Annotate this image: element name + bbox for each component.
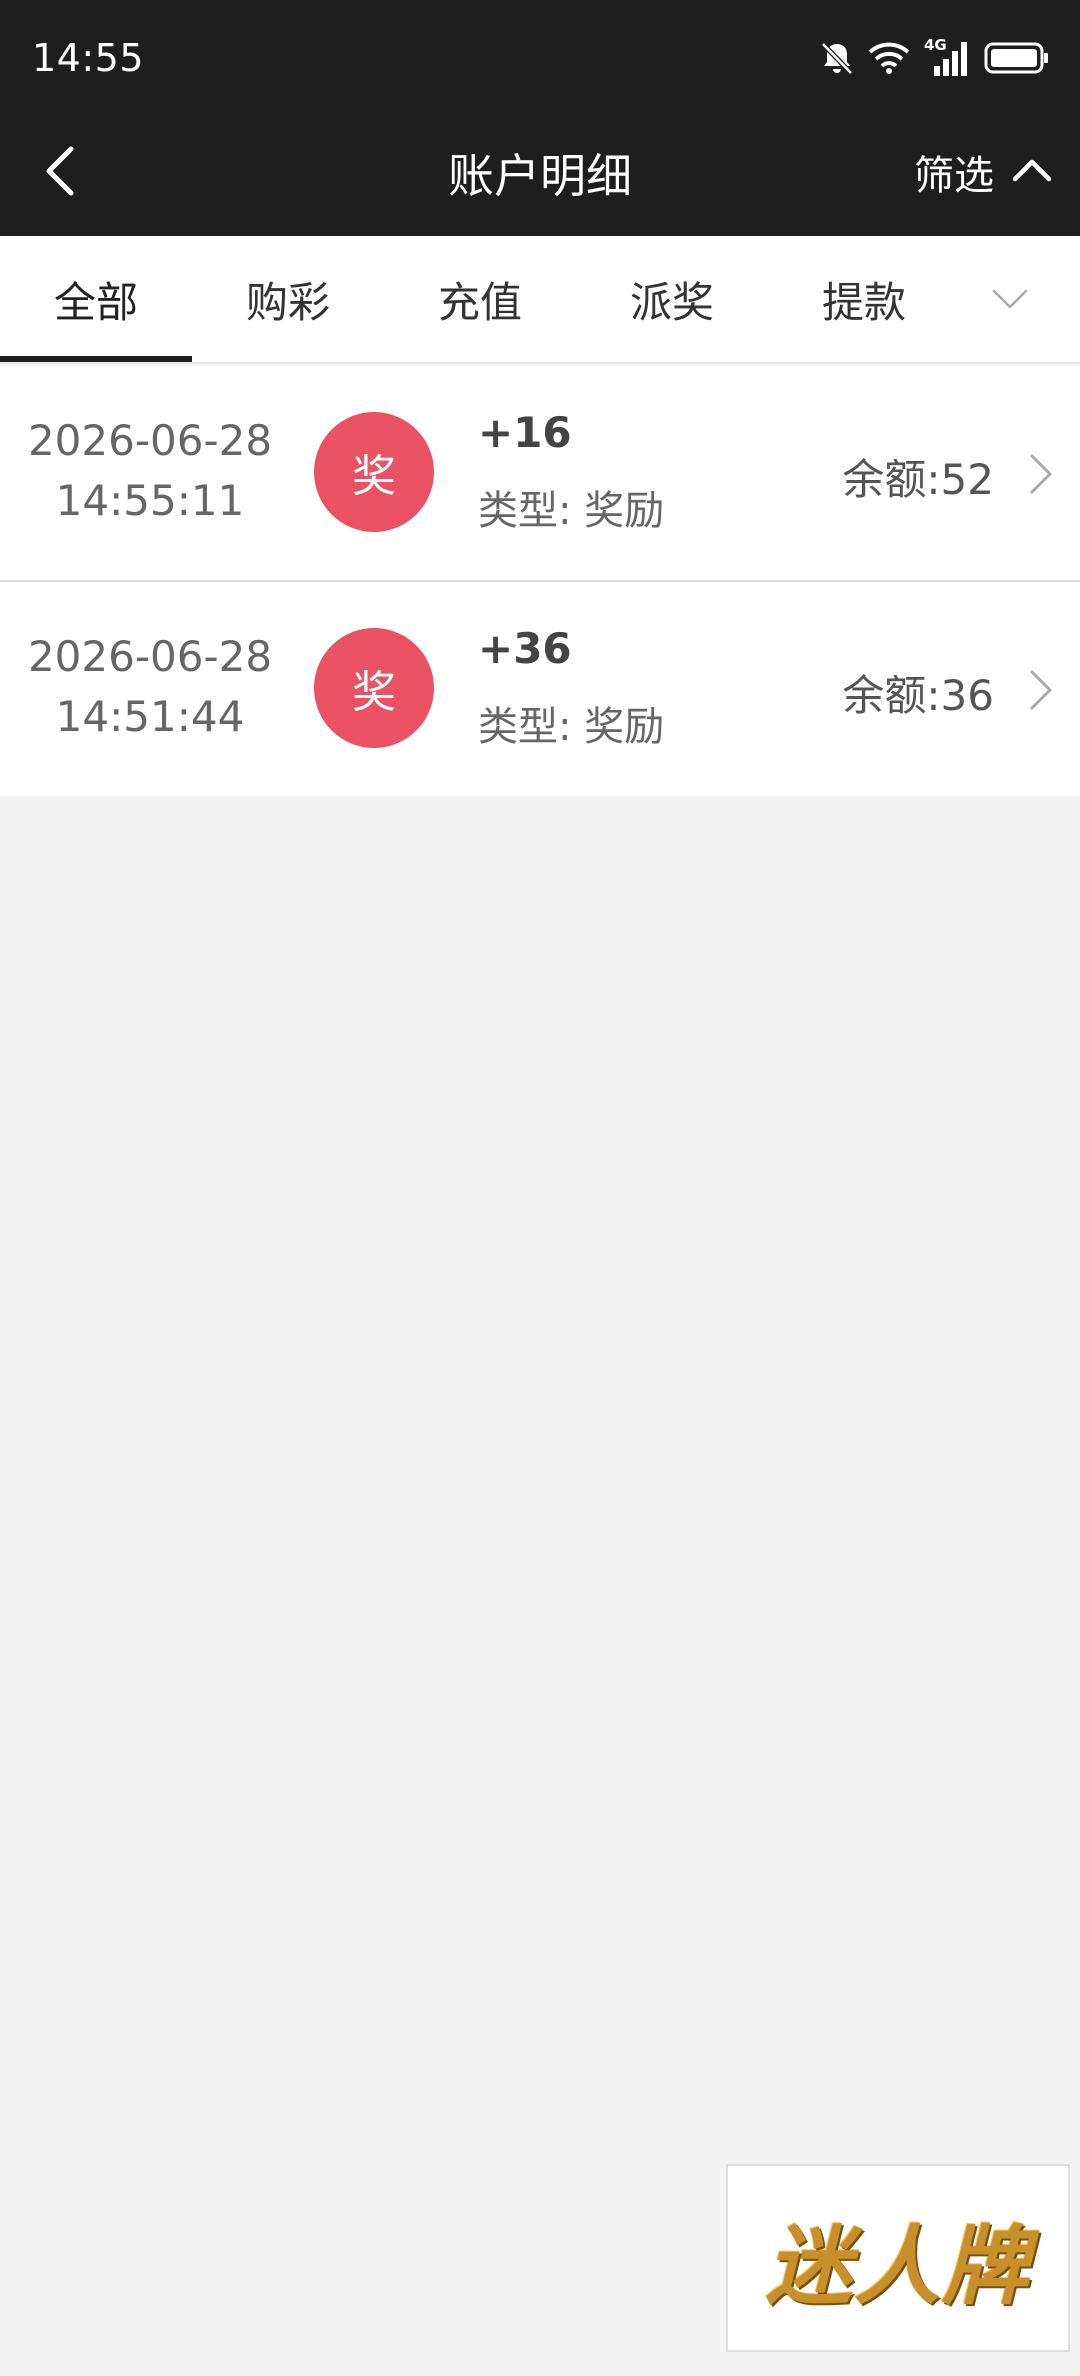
record-amount: +16: [478, 408, 572, 457]
status-time: 14:55: [32, 36, 145, 80]
tab-all[interactable]: 全部: [0, 236, 192, 362]
watermark-logo: 迷人牌: [726, 2164, 1070, 2352]
chevron-right-icon: [1030, 670, 1052, 710]
record-date: 2026-06-28: [27, 632, 273, 681]
filter-label: 筛选: [914, 153, 994, 199]
bell-muted-icon: [820, 40, 854, 76]
records-list: 2026-06-28 14:55:11 奖 +16 类型: 奖励 余额:52 2…: [0, 366, 1080, 796]
award-badge-icon: 奖: [314, 412, 434, 532]
top-bar: 14:55 4G 账户明细 筛选: [0, 0, 1080, 236]
active-tab-indicator: [0, 356, 192, 362]
record-balance: 余额:52: [842, 455, 994, 504]
list-item[interactable]: 2026-06-28 14:51:44 奖 +36 类型: 奖励 余额:36: [0, 582, 1080, 796]
signal-4g-icon: 4G: [924, 36, 970, 78]
record-time: 14:51:44: [55, 692, 245, 741]
chevron-right-icon: [1030, 454, 1052, 494]
chevron-down-icon: [991, 288, 1029, 314]
wifi-icon: [868, 41, 910, 75]
tab-more-button[interactable]: [970, 266, 1050, 336]
chevron-up-icon: [1012, 157, 1052, 187]
record-amount: +36: [478, 624, 572, 673]
list-item[interactable]: 2026-06-28 14:55:11 奖 +16 类型: 奖励 余额:52: [0, 366, 1080, 582]
tab-withdraw[interactable]: 提款: [768, 236, 960, 362]
record-balance: 余额:36: [842, 671, 994, 720]
tab-lottery-purchase[interactable]: 购彩: [192, 236, 384, 362]
tab-recharge[interactable]: 充值: [384, 236, 576, 362]
tab-bar: 全部 购彩 充值 派奖 提款: [0, 236, 1080, 364]
record-type: 类型: 奖励: [478, 488, 665, 534]
filter-button[interactable]: 筛选: [914, 142, 1052, 202]
record-date: 2026-06-28: [27, 416, 273, 465]
watermark-logo-text: 迷人牌: [766, 2215, 1030, 2317]
award-badge-icon: 奖: [314, 628, 434, 748]
status-icons: 4G: [820, 36, 1050, 80]
record-type: 类型: 奖励: [478, 704, 665, 750]
record-time: 14:55:11: [55, 476, 245, 525]
tab-payout[interactable]: 派奖: [576, 236, 768, 362]
battery-icon: [984, 41, 1050, 75]
